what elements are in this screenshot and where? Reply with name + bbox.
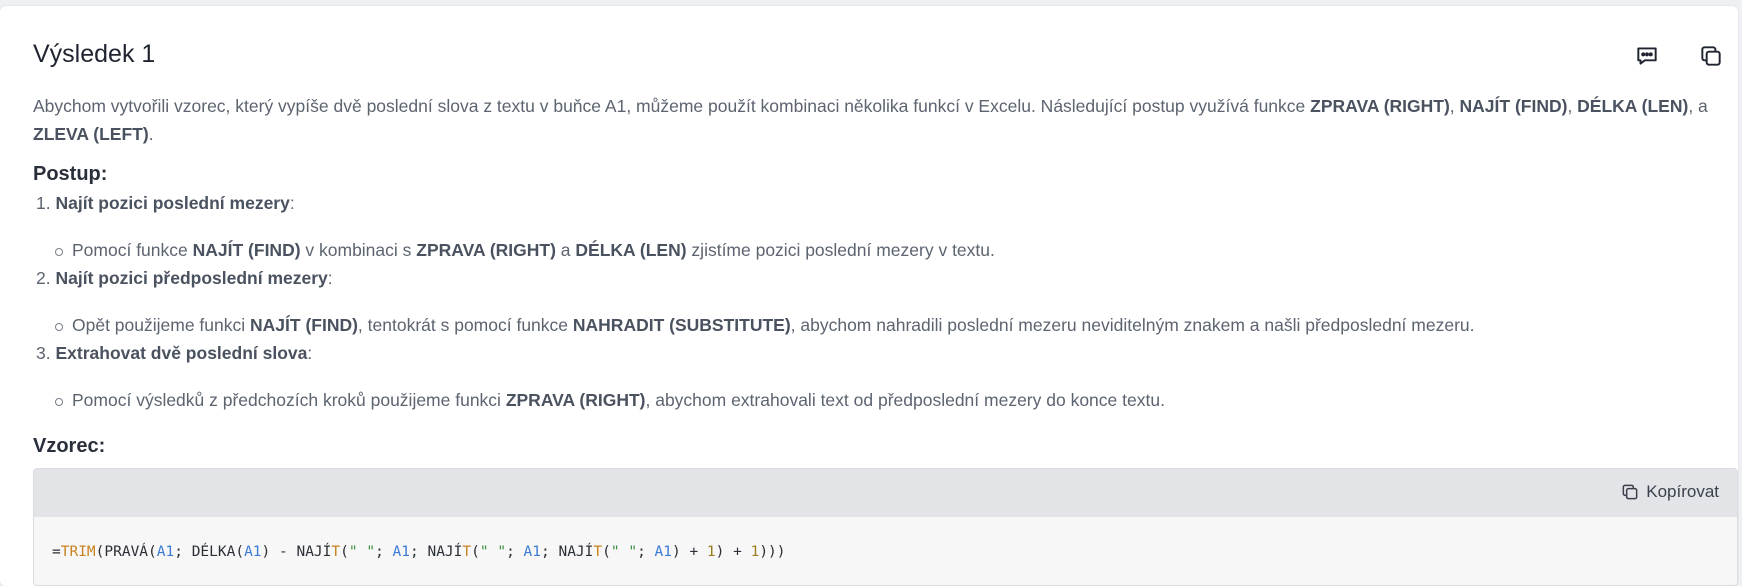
step-2: 2. Najít pozici předposlední mezery: (36, 268, 333, 288)
copy-code-label: Kopírovat (1646, 482, 1719, 501)
copy-code-button[interactable]: Kopírovat (1620, 482, 1719, 502)
formula-code[interactable]: =TRIM(PRAVÁ(A1; DÉLKA(A1) - NAJÍT(" "; A… (52, 544, 786, 560)
comment-icon[interactable] (1634, 43, 1660, 69)
result-title: Výsledek 1 (33, 40, 156, 68)
step-2-detail: Opět použijeme funkci NAJÍT (FIND), tent… (52, 315, 1475, 336)
step-1-detail: Pomocí funkce NAJÍT (FIND) v kombinaci s… (52, 240, 995, 261)
code-toolbar: Kopírovat (34, 469, 1737, 517)
copy-icon (1622, 484, 1638, 500)
copy-icon[interactable] (1698, 43, 1724, 69)
step-3: 3. Extrahovat dvě poslední slova: (36, 343, 313, 363)
step-1: 1. Najít pozici poslední mezery: (36, 193, 295, 213)
vzorec-heading: Vzorec: (33, 435, 106, 457)
code-block: Kopírovat =TRIM(PRAVÁ(A1; DÉLKA(A1) - NA… (33, 468, 1738, 586)
step-3-detail: Pomocí výsledků z předchozích kroků použ… (52, 390, 1165, 411)
intro-paragraph: Abychom vytvořili vzorec, který vypíše d… (33, 96, 1708, 144)
result-card: Výsledek 1 Abychom vytvořili vzorec, kte… (0, 6, 1738, 586)
postup-heading: Postup: (33, 163, 108, 185)
